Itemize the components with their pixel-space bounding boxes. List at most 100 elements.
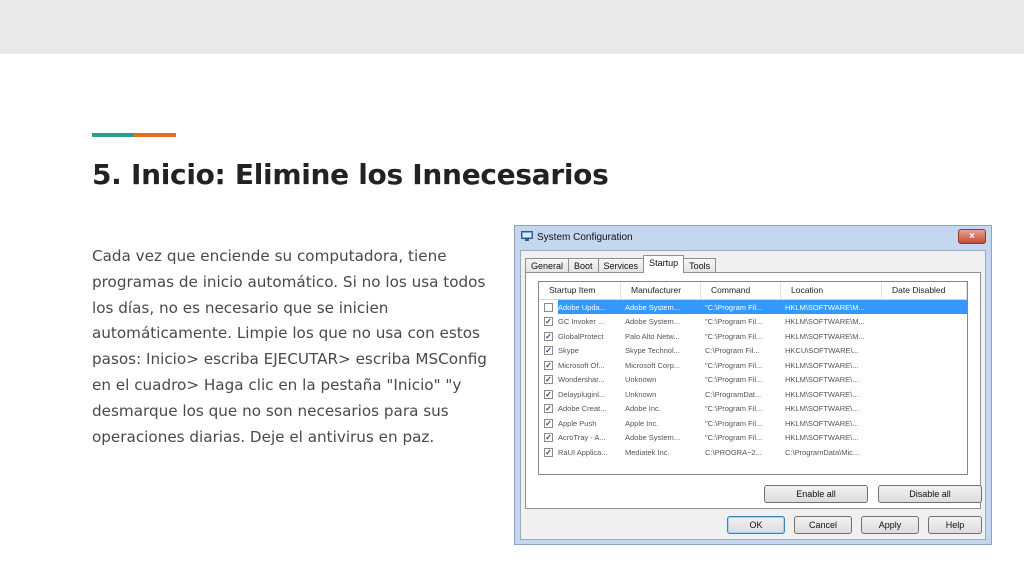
checked-checkbox[interactable]: ✓ xyxy=(544,389,553,399)
ok-button[interactable]: OK xyxy=(727,516,785,534)
checked-checkbox[interactable]: ✓ xyxy=(544,404,553,414)
cell-command: C:\Program Fil... xyxy=(705,346,760,356)
cell-manufacturer: Palo Alto Netw... xyxy=(625,331,680,341)
startup-items-list[interactable]: Startup Item Manufacturer Command Locati… xyxy=(538,281,968,475)
list-item[interactable]: ✓ Microsoft Of... Microsoft Corp... "C:\Pro… xyxy=(539,358,967,373)
tab-general[interactable]: General xyxy=(525,258,570,273)
column-header-location[interactable]: Location xyxy=(781,282,882,299)
window-title: System Configuration xyxy=(537,232,633,243)
cell-command: "C:\Program Fil... xyxy=(705,404,763,414)
cell-manufacturer: Adobe System... xyxy=(625,317,681,327)
cell-location: HKLM\SOFTWARE\... xyxy=(785,375,859,385)
cell-command: C:\ProgramDat... xyxy=(705,389,762,399)
tab-strip: General Boot Services Startup Tools xyxy=(525,255,717,273)
cell-manufacturer: Unknown xyxy=(625,389,657,399)
help-button[interactable]: Help xyxy=(928,516,982,534)
cell-startup-item: Apple Push xyxy=(558,418,597,428)
tab-startup[interactable]: Startup xyxy=(643,255,685,273)
list-item[interactable]: Adobe Upda... Adobe System... "C:\Program … xyxy=(539,300,967,315)
cancel-button[interactable]: Cancel xyxy=(794,516,852,534)
cell-command: "C:\Program Fil... xyxy=(705,302,763,312)
slide-title: 5. Inicio: Elimine los Innecesarios xyxy=(92,158,609,191)
tab-tools[interactable]: Tools xyxy=(683,258,717,273)
cell-manufacturer: Skype Technol... xyxy=(625,346,680,356)
cell-location: HKCU\SOFTWARE\... xyxy=(785,346,859,356)
list-item[interactable]: ✓ Skype Skype Technol... C:\Program Fil... H… xyxy=(539,344,967,359)
column-header-manufacturer[interactable]: Manufacturer xyxy=(621,282,701,299)
cell-location: HKLM\SOFTWARE\... xyxy=(785,404,859,414)
row-cells: Microsoft Of... Microsoft Corp... "C:\Prog… xyxy=(558,358,967,372)
checked-checkbox[interactable]: ✓ xyxy=(544,346,553,356)
cell-startup-item: Delaypluginl... xyxy=(558,389,606,399)
checked-checkbox[interactable]: ✓ xyxy=(544,317,553,327)
dialog-client-area: General Boot Services Startup Tools Star… xyxy=(520,250,986,540)
list-body: Adobe Upda... Adobe System... "C:\Program … xyxy=(539,300,967,460)
slide-body-text: Cada vez que enciende su computadora, ti… xyxy=(92,247,487,446)
accent-orange xyxy=(134,133,176,137)
disable-all-button[interactable]: Disable all xyxy=(878,485,982,503)
cell-startup-item: AcroTray - A... xyxy=(558,433,606,443)
tab-services[interactable]: Services xyxy=(597,258,645,273)
list-item[interactable]: ✓ Wondershar... Unknown "C:\Program Fil... H… xyxy=(539,373,967,388)
row-cells: Delaypluginl... Unknown C:\ProgramDat... HK… xyxy=(558,387,967,401)
cell-startup-item: Wondershar... xyxy=(558,375,605,385)
list-item[interactable]: ✓ Delaypluginl... Unknown C:\ProgramDat... H… xyxy=(539,387,967,402)
cell-location: HKLM\SOFTWARE\... xyxy=(785,418,859,428)
column-header-date-disabled[interactable]: Date Disabled xyxy=(882,282,967,299)
column-header-startup-item[interactable]: Startup Item xyxy=(539,282,621,299)
cell-location: HKLM\SOFTWARE\... xyxy=(785,360,859,370)
list-item[interactable]: ✓ Adobe Creat... Adobe Inc. "C:\Program Fil… xyxy=(539,402,967,417)
checked-checkbox[interactable]: ✓ xyxy=(544,360,553,370)
checked-checkbox[interactable]: ✓ xyxy=(544,375,553,385)
column-header-command[interactable]: Command xyxy=(701,282,781,299)
cell-manufacturer: Mediatek Inc. xyxy=(625,447,670,457)
system-configuration-icon xyxy=(521,231,533,241)
cell-manufacturer: Apple Inc. xyxy=(625,418,659,428)
cell-command: C:\PROGRA~2... xyxy=(705,447,762,457)
checked-checkbox[interactable]: ✓ xyxy=(544,418,553,428)
list-item[interactable]: ✓ Apple Push Apple Inc. "C:\Program Fil... H… xyxy=(539,416,967,431)
row-cells: GC Invoker ... Adobe System... "C:\Program… xyxy=(558,315,967,329)
cell-location: HKLM\SOFTWARE\... xyxy=(785,433,859,443)
cell-location: HKLM\SOFTWARE\... xyxy=(785,389,859,399)
list-item[interactable]: ✓ RaUI Applica... Mediatek Inc. C:\PROGRA~2… xyxy=(539,445,967,460)
cell-manufacturer: Adobe System... xyxy=(625,302,681,312)
window-titlebar[interactable]: System Configuration × xyxy=(515,226,991,248)
row-cells: Skype Skype Technol... C:\Program Fil... HK… xyxy=(558,344,967,358)
cell-command: "C:\Program Fil... xyxy=(705,360,763,370)
cell-startup-item: Microsoft Of... xyxy=(558,360,605,370)
list-item[interactable]: ✓ GlobalProtect Palo Alto Netw... "C:\Progr… xyxy=(539,329,967,344)
accent-teal xyxy=(92,133,134,137)
cell-command: "C:\Program Fil... xyxy=(705,331,763,341)
cell-startup-item: GC Invoker ... xyxy=(558,317,605,327)
cell-location: HKLM\SOFTWARE\M... xyxy=(785,331,865,341)
cell-location: C:\ProgramData\Mic... xyxy=(785,447,860,457)
row-cells: RaUI Applica... Mediatek Inc. C:\PROGRA~2.… xyxy=(558,445,967,459)
list-item[interactable]: ✓ AcroTray - A... Adobe System... "C:\Progr… xyxy=(539,431,967,446)
enable-all-button[interactable]: Enable all xyxy=(764,485,868,503)
cell-command: "C:\Program Fil... xyxy=(705,433,763,443)
cell-startup-item: Skype xyxy=(558,346,579,356)
list-header: Startup Item Manufacturer Command Locati… xyxy=(539,282,967,300)
checked-checkbox[interactable]: ✓ xyxy=(544,433,553,443)
cell-command: "C:\Program Fil... xyxy=(705,317,763,327)
checked-checkbox[interactable]: ✓ xyxy=(544,447,553,457)
apply-button[interactable]: Apply xyxy=(861,516,919,534)
cell-command: "C:\Program Fil... xyxy=(705,418,763,428)
cell-location: HKLM\SOFTWARE\M... xyxy=(785,302,865,312)
row-cells: Adobe Creat... Adobe Inc. "C:\Program Fil.… xyxy=(558,402,967,416)
close-button[interactable]: × xyxy=(958,229,986,244)
tab-boot[interactable]: Boot xyxy=(568,258,599,273)
list-item[interactable]: ✓ GC Invoker ... Adobe System... "C:\Progra… xyxy=(539,315,967,330)
startup-tab-panel: Startup Item Manufacturer Command Locati… xyxy=(525,272,982,509)
top-band xyxy=(0,0,1024,54)
cell-manufacturer: Unknown xyxy=(625,375,657,385)
unchecked-checkbox[interactable] xyxy=(544,302,553,312)
checked-checkbox[interactable]: ✓ xyxy=(544,331,553,341)
cell-startup-item: Adobe Upda... xyxy=(558,302,606,312)
cell-startup-item: GlobalProtect xyxy=(558,331,604,341)
row-cells: Wondershar... Unknown "C:\Program Fil... HK… xyxy=(558,373,967,387)
cell-location: HKLM\SOFTWARE\M... xyxy=(785,317,865,327)
row-cells: GlobalProtect Palo Alto Netw... "C:\Progra… xyxy=(558,329,967,343)
title-accent-bar xyxy=(92,133,176,137)
